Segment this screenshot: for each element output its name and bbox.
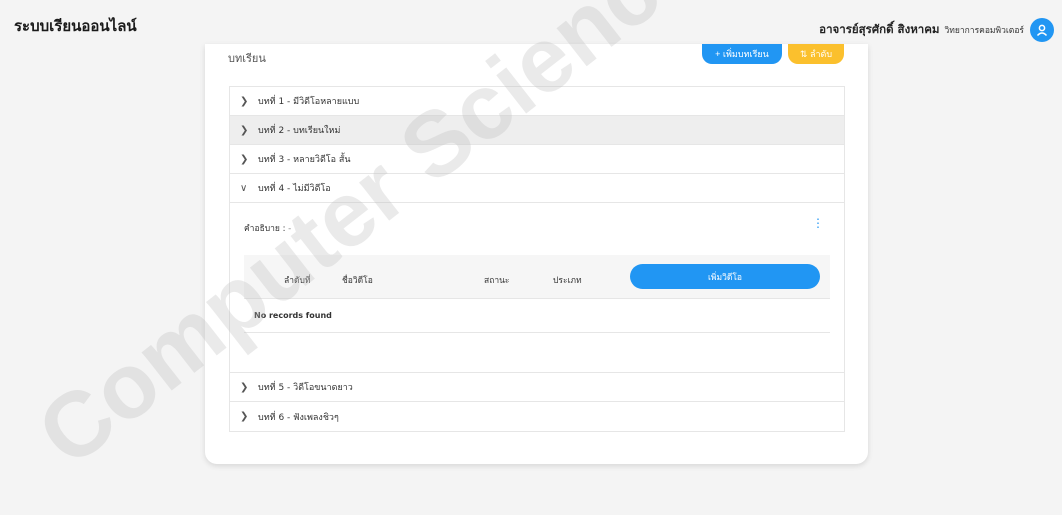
top-bar: ระบบเรียนออนไลน์ อาจารย์สุรศักดิ์ สิงหาค… xyxy=(0,0,1062,50)
description-value: - xyxy=(285,224,292,234)
chevron-right-icon: ❯ xyxy=(240,381,249,393)
empty-table-message: No records found xyxy=(244,299,830,333)
person-icon[interactable] xyxy=(1030,18,1054,42)
video-table-header: ลำดับที่ ชื่อวิดีโอ สถานะ ประเภท เพิ่มวิ… xyxy=(244,255,830,299)
lesson-description: คำอธิบาย : - xyxy=(244,221,291,235)
app-title[interactable]: ระบบเรียนออนไลน์ xyxy=(14,14,137,38)
chevron-right-icon: ❯ xyxy=(240,411,249,422)
chevron-right-icon: ❯ xyxy=(240,153,249,165)
user-name: อาจารย์สุรศักดิ์ สิงหาคม xyxy=(819,22,940,36)
lesson-card: บทเรียน + เพิ่มบทเรียน ⇅ ลำดับ ❯ บทที่ 1… xyxy=(205,44,868,464)
lesson-item-5[interactable]: ❯ บทที่ 5 - วิดีโอขนาดยาว xyxy=(230,373,844,402)
lesson-label: บทที่ 4 - ไม่มีวิดีโอ xyxy=(258,184,331,194)
lesson-item-6[interactable]: ❯ บทที่ 6 - ฟังเพลงชิวๆ xyxy=(230,402,844,431)
add-video-button[interactable]: เพิ่มวิดีโอ xyxy=(630,264,820,289)
card-title: บทเรียน xyxy=(228,52,266,65)
lesson-label: บทที่ 5 - วิดีโอขนาดยาว xyxy=(258,383,353,393)
more-vert-icon[interactable]: ⋮ xyxy=(812,217,824,229)
lesson-label: บทที่ 6 - ฟังเพลงชิวๆ xyxy=(258,412,339,423)
lesson-item-3[interactable]: ❯ บทที่ 3 - หลายวิดีโอ สั้น xyxy=(230,145,844,174)
user-area[interactable]: อาจารย์สุรศักดิ์ สิงหาคม วิทยาการคอมพิวเ… xyxy=(819,18,1054,42)
column-type: ประเภท xyxy=(553,276,582,286)
lesson-4-detail: คำอธิบาย : - ⋮ ลำดับที่ ชื่อวิดีโอ สถานะ… xyxy=(230,203,844,373)
lesson-item-4[interactable]: ∨ บทที่ 4 - ไม่มีวิดีโอ xyxy=(230,174,844,203)
description-label: คำอธิบาย : xyxy=(244,224,286,234)
chevron-down-icon: ∨ xyxy=(240,182,248,194)
lesson-item-2[interactable]: ❯ บทที่ 2 - บทเรียนใหม่ xyxy=(230,116,844,145)
column-status: สถานะ xyxy=(484,276,510,286)
column-order: ลำดับที่ xyxy=(284,276,311,286)
lesson-accordion: ❯ บทที่ 1 - มีวิดีโอหลายแบบ ❯ บทที่ 2 - … xyxy=(229,86,845,432)
add-lesson-button[interactable]: + เพิ่มบทเรียน xyxy=(702,44,782,64)
user-department: วิทยาการคอมพิวเตอร์ xyxy=(944,26,1024,36)
column-video-name: ชื่อวิดีโอ xyxy=(342,276,373,286)
lesson-label: บทที่ 3 - หลายวิดีโอ สั้น xyxy=(258,155,351,165)
lesson-item-1[interactable]: ❯ บทที่ 1 - มีวิดีโอหลายแบบ xyxy=(230,87,844,116)
sort-button[interactable]: ⇅ ลำดับ xyxy=(788,44,844,64)
chevron-right-icon: ❯ xyxy=(240,124,249,136)
lesson-label: บทที่ 2 - บทเรียนใหม่ xyxy=(258,126,341,136)
chevron-right-icon: ❯ xyxy=(240,95,249,107)
lesson-label: บทที่ 1 - มีวิดีโอหลายแบบ xyxy=(258,97,360,107)
